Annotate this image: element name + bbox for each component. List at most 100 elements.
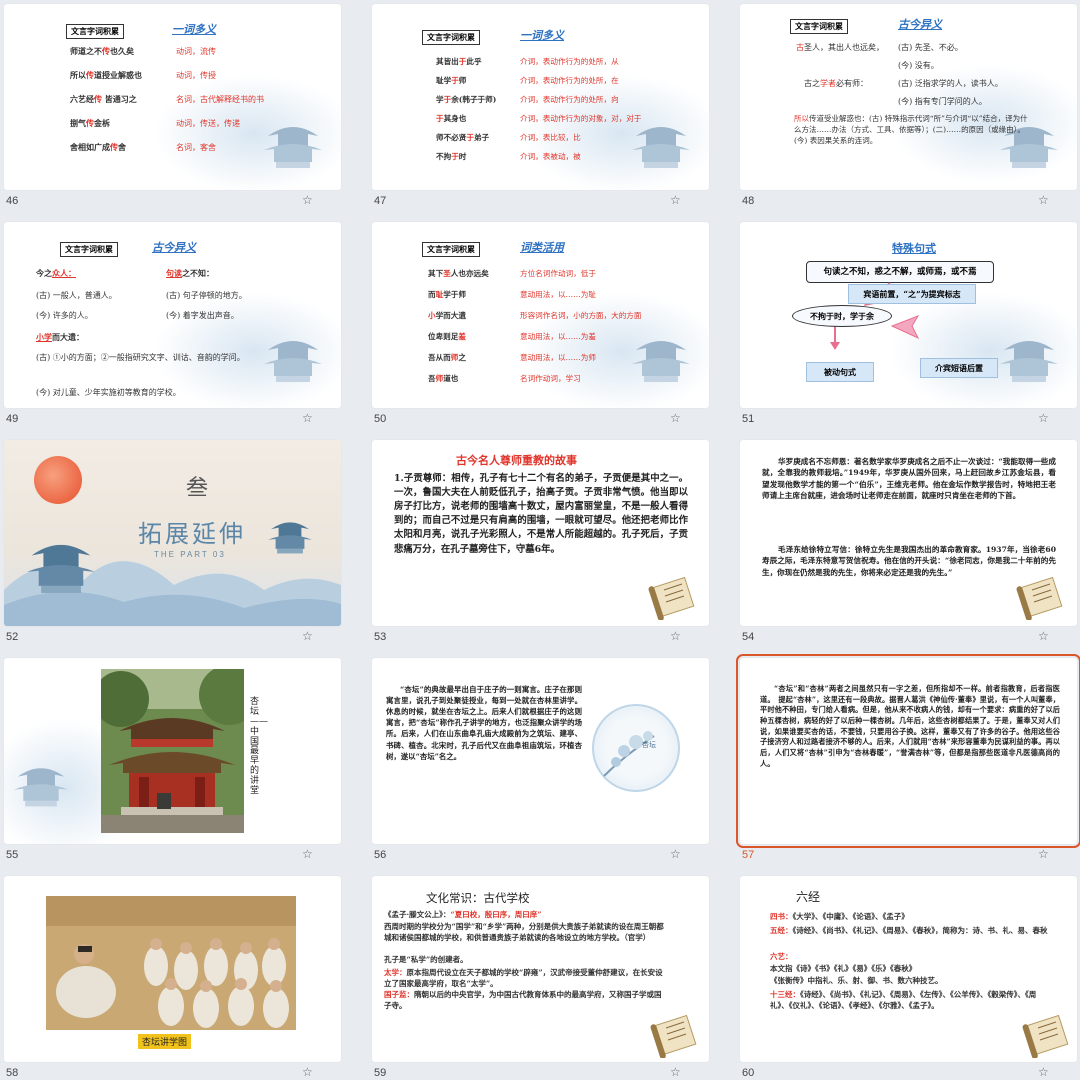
slide-48[interactable]: 文言字词积累 古今异义 古圣人，其出人也远矣， (古) 先圣、不必。 (今) 没… [740,4,1077,190]
star-icon[interactable]: ☆ [302,411,313,425]
slide-thumb-56[interactable]: “杏坛”的典故最早出自于庄子的一则寓言。庄子在那则寓言里，说孔子到处聚徒授业，每… [372,658,718,876]
star-icon[interactable]: ☆ [1038,1065,1049,1079]
slide-thumb-52[interactable]: 叁 拓展延伸 THE PART 03 52 ☆ [4,440,350,658]
example-sentence: 师不必贤于弟子 [436,133,490,142]
meaning-text: 动词，流传 [176,47,216,56]
slide-number: 57 [742,849,755,861]
slide-58[interactable]: 杏坛讲学图 [4,876,341,1062]
slide-title: 古今异义 [898,18,942,31]
example-sentence: 小学而大遗 [428,311,466,320]
slide-number: 46 [6,195,19,207]
section-tag: 文言字词积累 [422,30,480,45]
star-icon[interactable]: ☆ [1038,847,1049,861]
slide-title: 六经 [796,890,821,904]
story-text: 毛泽东给徐特立写信：徐特立先生是我国杰出的革命教育家。1937年，当徐老60寿辰… [762,545,1056,577]
pavilion-icon [268,522,312,554]
slide-60[interactable]: 六经 四书：《大学》、《中庸》、《论语》、《孟子》 五经：《诗经》、《尚书》、《… [740,876,1077,1062]
part-number: 叁 [186,476,209,501]
star-icon[interactable]: ☆ [302,193,313,207]
slide-59[interactable]: 文化常识：古代学校 《孟子·滕文公上》：“夏曰校，殷曰序，周曰庠” 西周时期的学… [372,876,709,1062]
scroll-icon [1016,576,1063,620]
slide-number: 58 [6,1067,19,1079]
star-icon[interactable]: ☆ [670,629,681,643]
star-icon[interactable]: ☆ [302,847,313,861]
slide-53[interactable]: 古今名人尊师重教的故事 1.子贡尊师：相传，孔子有七十二个有名的弟子，子贡便是其… [372,440,709,626]
slide-thumb-50[interactable]: 文言字词积累 词类活用 其下圣人也亦远矣 方位名词作动词，低于 而耻学于师 意动用法，… [372,222,718,440]
teaching-painting [46,896,296,1030]
slide-thumb-51[interactable]: 特殊句式 句读之不知，惑之不解，或师焉，或不焉 宾语前置，“之”为提宾标志 不拘… [740,222,1080,440]
slide-46[interactable]: 文言字词积累 一词多义 师道之不传也久矣 动词，流传 所以传道授业解惑也 动词，传授六… [4,4,341,190]
slide-thumb-48[interactable]: 文言字词积累 古今异义 古圣人，其出人也远矣， (古) 先圣、不必。 (今) 没… [740,4,1080,222]
slide-number: 56 [374,849,387,861]
example-sentence: 师道之不传也久矣 [70,46,134,56]
sentence-ellipse: 不拘于时，学于余 [792,305,892,327]
story-text: 1.子贡尊师：相传，孔子有七十二个有名的弟子，子贡便是其中之一。一次，鲁国大夫在… [394,473,688,555]
circle-label: 杏坛 [642,741,656,749]
example-sentence: 于其身也 [436,114,467,123]
slide-49[interactable]: 文言字词积累 古今异义 今之众人： 句读之不知： (古) 一般人，普通人。 (古… [4,222,341,408]
slide-number: 51 [742,413,755,425]
flow-arrows [830,282,920,350]
meaning-text: 介词，表比较，比 [520,133,581,142]
section-tag: 文言字词积累 [790,19,848,34]
pavilion-icon [264,341,322,382]
slide-title: 古今异义 [152,241,196,254]
slide-thumb-57[interactable]: “杏坛”和“杏林”两者之间虽然只有一字之差，但所指却不一样。前者指教育，后者指医… [736,654,1080,876]
slide-52[interactable]: 叁 拓展延伸 THE PART 03 [4,440,341,626]
slide-thumb-49[interactable]: 文言字词积累 古今异义 今之众人： 句读之不知： (古) 一般人，普通人。 (古… [4,222,350,440]
story-text: “杏坛”和“杏林”两者之间虽然只有一字之差，但所指却不一样。前者指教育，后者指医… [760,684,1060,768]
slide-thumb-53[interactable]: 古今名人尊师重教的故事 1.子贡尊师：相传，孔子有七十二个有名的弟子，子贡便是其… [372,440,718,658]
slide-thumb-59[interactable]: 文化常识：古代学校 《孟子·滕文公上》：“夏曰校，殷曰序，周曰庠” 西周时期的学… [372,876,718,1080]
slide-thumb-58[interactable]: 杏坛讲学图 58 ☆ [4,876,350,1080]
star-icon[interactable]: ☆ [1038,193,1049,207]
meaning-text: 名词，古代解释经书的书 [176,95,264,104]
section-tag: 文言字词积累 [60,242,118,257]
example-sentence: 六艺经传 皆通习之 [70,94,137,104]
meaning-text: 形容词作名词，小的方面，大的方面 [520,311,642,320]
slide-thumb-60[interactable]: 六经 四书：《大学》、《中庸》、《论语》、《孟子》 五经：《诗经》、《尚书》、《… [740,876,1080,1080]
star-icon[interactable]: ☆ [302,629,313,643]
meaning-text: 名词，客舍 [176,143,216,152]
example-sentence: 捌气传金柝 [70,118,110,128]
section-tag: 文言字词积累 [422,242,480,257]
slide-47[interactable]: 文言字词积累 一词多义 其皆出于此乎 介词，表动作行为的处所，从 耻学于师 介词，表动… [372,4,709,190]
example-sentence: 位卑则足羞 [428,332,466,341]
example-sentence: 耻学于师 [436,76,467,85]
slide-number: 55 [6,849,19,861]
sun-icon [34,456,82,504]
structure-box: 介宾短语后置 [920,358,998,378]
meaning-text: 名词作动词，学习 [520,374,581,383]
slide-title: 一词多义 [172,23,216,36]
example-sentence: 吾从而师之 [428,353,466,362]
example-sentence: 而耻学于师 [428,290,466,299]
scroll-icon [648,576,695,620]
slide-number: 48 [742,195,755,207]
slide-51[interactable]: 特殊句式 句读之不知，惑之不解，或师焉，或不焉 宾语前置，“之”为提宾标志 不拘… [740,222,1077,408]
slide-56[interactable]: “杏坛”的典故最早出自于庄子的一则寓言。庄子在那则寓言里，说孔子到处聚徒授业，每… [372,658,709,844]
slide-54[interactable]: 华罗庚成名不忘师恩：著名数学家华罗庚成名之后不止一次谈过：“我能取得一些成就，全… [740,440,1077,626]
slide-55[interactable]: 杏坛——中国最早的讲堂 [4,658,341,844]
star-icon[interactable]: ☆ [670,847,681,861]
slide-thumb-46[interactable]: 文言字词积累 一词多义 师道之不传也久矣 动词，流传 所以传道授业解惑也 动词，传授六… [4,4,350,222]
section-subtitle: THE PART 03 [154,550,226,559]
slide-thumb-55[interactable]: 杏坛——中国最早的讲堂 55 ☆ [4,658,350,876]
star-icon[interactable]: ☆ [302,1065,313,1079]
example-sentence: 不拘于时 [436,152,467,161]
slide-57[interactable]: “杏坛”和“杏林”两者之间虽然只有一字之差，但所指却不一样。前者指教育，后者指医… [736,654,1080,848]
pavilion-icon [14,768,68,807]
slide-number: 47 [374,195,387,207]
meaning-text: 动词，传送，传递 [176,119,240,128]
pavilion-icon [632,127,690,168]
pavilion-icon [264,127,322,168]
star-icon[interactable]: ☆ [670,411,681,425]
example-sentence: 其皆出于此乎 [436,57,482,66]
slide-50[interactable]: 文言字词积累 词类活用 其下圣人也亦远矣 方位名词作动词，低于 而耻学于师 意动用法，… [372,222,709,408]
slide-thumb-47[interactable]: 文言字词积累 一词多义 其皆出于此乎 介词，表动作行为的处所，从 耻学于师 介词，表动… [372,4,718,222]
star-icon[interactable]: ☆ [1038,411,1049,425]
star-icon[interactable]: ☆ [670,1065,681,1079]
scroll-icon [650,1014,697,1058]
slide-number: 49 [6,413,19,425]
star-icon[interactable]: ☆ [1038,629,1049,643]
slide-thumb-54[interactable]: 华罗庚成名不忘师恩：著名数学家华罗庚成名之后不止一次谈过：“我能取得一些成就，全… [740,440,1080,658]
star-icon[interactable]: ☆ [670,193,681,207]
